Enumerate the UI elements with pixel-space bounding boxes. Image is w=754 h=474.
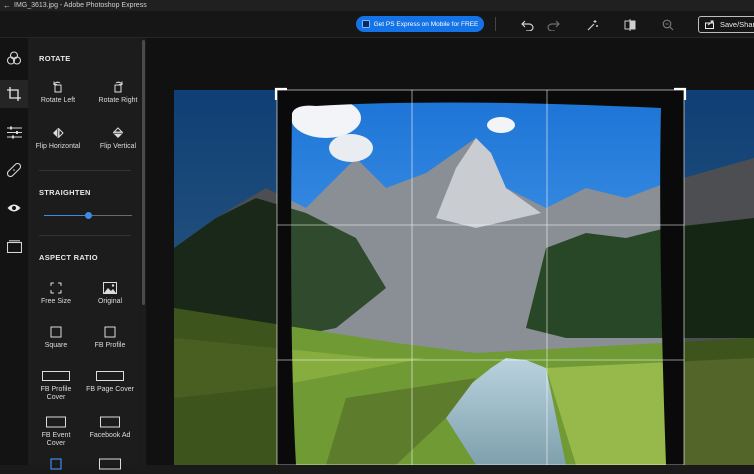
rectangle-icon	[50, 458, 62, 470]
aspect-fb-page-cover-button[interactable]: FB Page Cover	[82, 370, 138, 394]
image-canvas[interactable]	[146, 38, 754, 465]
flip-vertical-button[interactable]: Flip Vertical	[90, 127, 146, 151]
rectangle-icon	[46, 416, 66, 428]
flip-horizontal-button[interactable]: Flip Horizontal	[30, 127, 86, 151]
save-share-button[interactable]: Save/Share	[698, 16, 754, 33]
rotate-section-title: ROTATE	[39, 54, 71, 63]
promo-label: Get PS Express on Mobile for FREE	[373, 20, 479, 28]
rotate-left-icon	[53, 81, 62, 93]
aspect-option-label: Free Size	[41, 298, 71, 305]
zoom-icon[interactable]	[660, 17, 676, 33]
rotate-right-label: Rotate Right	[98, 97, 138, 104]
aspect-option-label: Cover	[46, 394, 66, 401]
aspect-more-option-button[interactable]	[82, 458, 138, 474]
wide-rectangle-icon	[96, 371, 124, 381]
flip-vertical-label: Flip Vertical	[99, 143, 137, 150]
section-divider	[39, 235, 131, 236]
square-icon	[104, 326, 116, 338]
rotate-right-icon	[114, 81, 123, 93]
aspect-option-label: Square	[44, 342, 68, 349]
redo-icon[interactable]	[545, 17, 561, 33]
aspect-square-button[interactable]: Square	[28, 326, 84, 350]
aspect-option-label: FB Page Cover	[86, 386, 134, 393]
save-share-label: Save/Share	[720, 20, 754, 29]
flip-vertical-icon	[112, 127, 124, 138]
aspect-facebook-ad-button[interactable]: Facebook Ad	[82, 416, 138, 440]
undo-icon[interactable]	[519, 17, 535, 33]
scrollbar-thumb[interactable]	[142, 40, 145, 305]
wide-rectangle-icon	[42, 371, 70, 381]
free-size-icon	[50, 282, 62, 294]
straighten-slider-handle[interactable]	[84, 212, 92, 219]
straighten-slider-fill	[44, 215, 88, 216]
get-mobile-app-button[interactable]: Get PS Express on Mobile for FREE	[356, 16, 484, 32]
heal-bandage-icon[interactable]	[0, 156, 28, 184]
rotate-left-button[interactable]: Rotate Left	[30, 81, 86, 105]
aspect-option-label: FB Profile	[94, 342, 126, 349]
aspect-fb-profile-button[interactable]: FB Profile	[82, 326, 138, 350]
wide-rectangle-icon	[99, 458, 121, 470]
photo	[174, 87, 754, 465]
tool-rail	[0, 38, 28, 465]
aspect-original-button[interactable]: Original	[82, 282, 138, 306]
aspect-option-label: Original	[97, 298, 123, 305]
rotate-left-label: Rotate Left	[40, 97, 76, 104]
top-toolbar: Get PS Express on Mobile for FREE Save/S…	[0, 11, 754, 38]
compare-icon[interactable]	[622, 17, 638, 33]
aspect-option-label: Cover	[46, 440, 66, 447]
flip-horizontal-label: Flip Horizontal	[35, 143, 81, 150]
looks-icon[interactable]	[0, 44, 28, 72]
aspect-more-option-button[interactable]	[28, 458, 84, 474]
aspect-free-size-button[interactable]: Free Size	[28, 282, 84, 306]
window-title: IMG_3613.jpg - Adobe Photoshop Express	[14, 2, 147, 9]
image-icon	[103, 282, 117, 294]
share-icon	[705, 20, 714, 29]
crop-options-panel: ROTATE Rotate Left Rotate Right Flip Hor…	[28, 38, 140, 470]
crop-icon[interactable]	[0, 80, 28, 108]
aspect-option-label: FB Event	[41, 432, 71, 439]
adjustments-sliders-icon[interactable]	[0, 118, 28, 146]
toolbar-divider	[495, 17, 496, 31]
section-divider	[39, 170, 131, 171]
aspect-ratio-section-title: ASPECT RATIO	[39, 253, 98, 262]
square-icon	[50, 326, 62, 338]
red-eye-icon[interactable]	[0, 194, 28, 222]
aspect-option-label: FB Profile	[40, 386, 72, 393]
flip-horizontal-icon	[53, 127, 64, 139]
ps-express-logo-icon	[361, 20, 370, 28]
rotate-right-button[interactable]: Rotate Right	[90, 81, 146, 105]
rectangle-icon	[100, 416, 120, 428]
back-arrow-icon[interactable]: ←	[0, 1, 14, 10]
borders-icon[interactable]	[0, 232, 28, 260]
title-bar: ← IMG_3613.jpg - Adobe Photoshop Express	[0, 0, 754, 11]
aspect-option-label: Facebook Ad	[89, 432, 131, 439]
straighten-section-title: STRAIGHTEN	[39, 188, 91, 197]
auto-fix-wand-icon[interactable]	[584, 17, 600, 33]
aspect-fb-event-cover-button[interactable]: FB Event Cover	[28, 416, 84, 448]
aspect-fb-profile-cover-button[interactable]: FB Profile Cover	[28, 370, 84, 402]
